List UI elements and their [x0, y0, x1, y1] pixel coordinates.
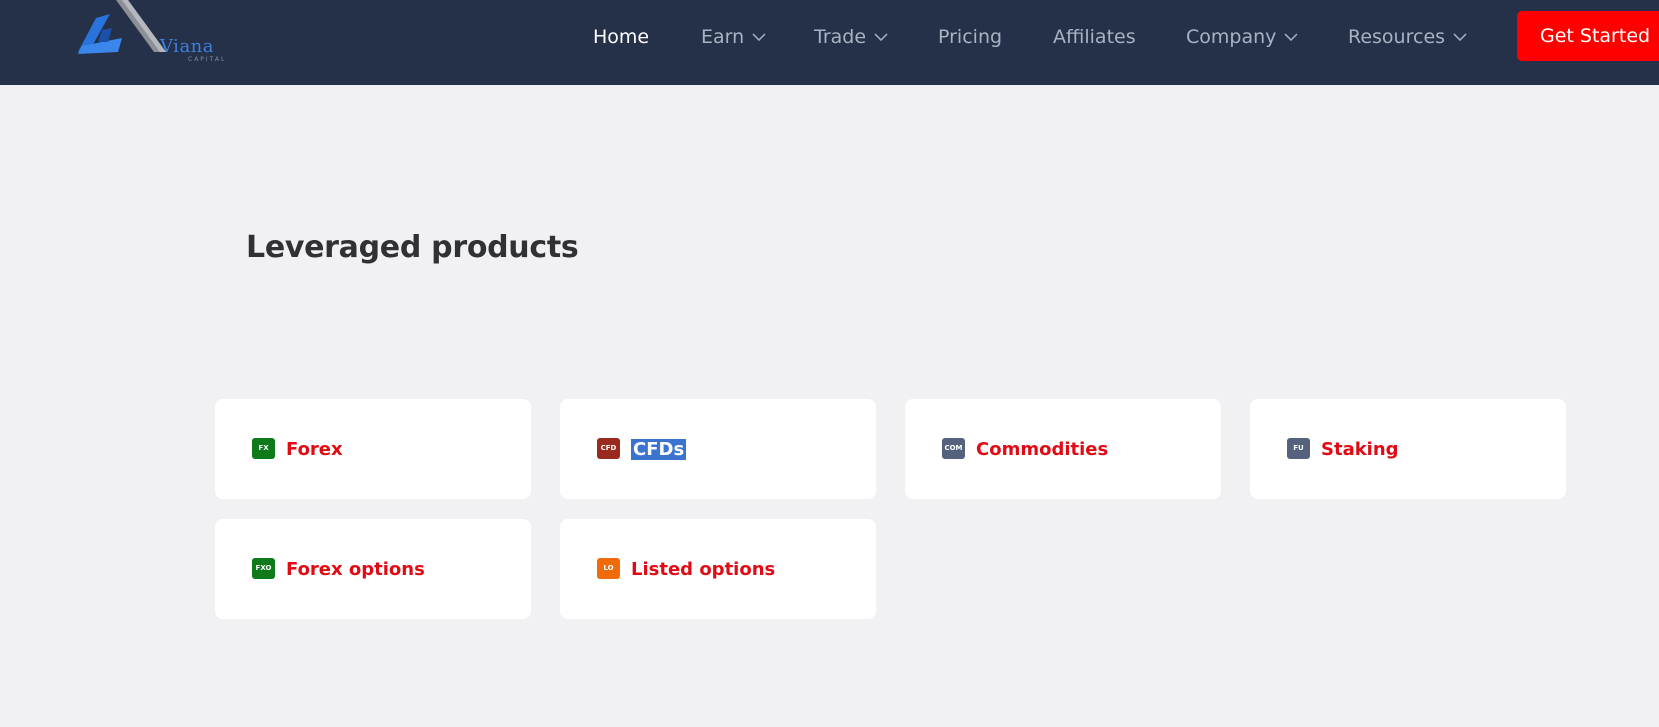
product-card-staking[interactable]: FU Staking	[1250, 399, 1566, 499]
nav-earn[interactable]: Earn	[701, 22, 766, 52]
product-card-forex-options[interactable]: FXO Forex options	[215, 519, 531, 619]
cfd-badge-icon: CFD	[597, 437, 620, 459]
product-card-commodities[interactable]: COM Commodities	[905, 399, 1221, 499]
nav-pricing[interactable]: Pricing	[938, 22, 1002, 52]
chevron-down-icon	[874, 33, 888, 41]
product-label: Listed options	[631, 558, 776, 580]
chevron-down-icon	[752, 33, 766, 41]
nav-affiliates-label: Affiliates	[1053, 26, 1136, 48]
nav-trade-label: Trade	[814, 26, 867, 48]
product-label: Forex options	[286, 558, 425, 580]
product-card-forex[interactable]: FX Forex	[215, 399, 531, 499]
fxo-badge-icon: FXO	[252, 557, 275, 579]
lo-badge-icon: LO	[597, 557, 620, 579]
nav-pricing-label: Pricing	[938, 26, 1003, 48]
page-title: Leveraged products	[246, 230, 579, 265]
chevron-down-icon	[1453, 33, 1467, 41]
product-label: CFDs	[631, 438, 687, 460]
product-card-listed-options[interactable]: LO Listed options	[560, 519, 876, 619]
top-navbar: Viana CAPITAL Home Earn Trade Pricing Af…	[0, 0, 1659, 85]
nav-home-label: Home	[593, 26, 650, 48]
nav-home[interactable]: Home	[593, 22, 649, 52]
nav-company-label: Company	[1186, 26, 1277, 48]
fu-badge-icon: FU	[1287, 437, 1310, 459]
chevron-down-icon	[1284, 33, 1298, 41]
product-card-cfds[interactable]: CFD CFDs	[560, 399, 876, 499]
viana-capital-logo[interactable]: Viana CAPITAL	[78, 0, 238, 66]
nav-trade[interactable]: Trade	[814, 22, 888, 52]
nav-resources-label: Resources	[1348, 26, 1446, 48]
get-started-button[interactable]: Get Started	[1517, 11, 1659, 61]
product-label: Commodities	[976, 438, 1109, 460]
nav-earn-label: Earn	[701, 26, 745, 48]
logo-text: Viana	[160, 36, 214, 57]
nav-affiliates[interactable]: Affiliates	[1053, 22, 1136, 52]
fx-badge-icon: FX	[252, 437, 275, 459]
logo-subtext: CAPITAL	[188, 56, 227, 63]
nav-company[interactable]: Company	[1186, 22, 1298, 52]
nav-resources[interactable]: Resources	[1348, 22, 1467, 52]
product-label: Forex	[286, 438, 343, 460]
com-badge-icon: COM	[942, 437, 965, 459]
product-label: Staking	[1321, 438, 1399, 460]
